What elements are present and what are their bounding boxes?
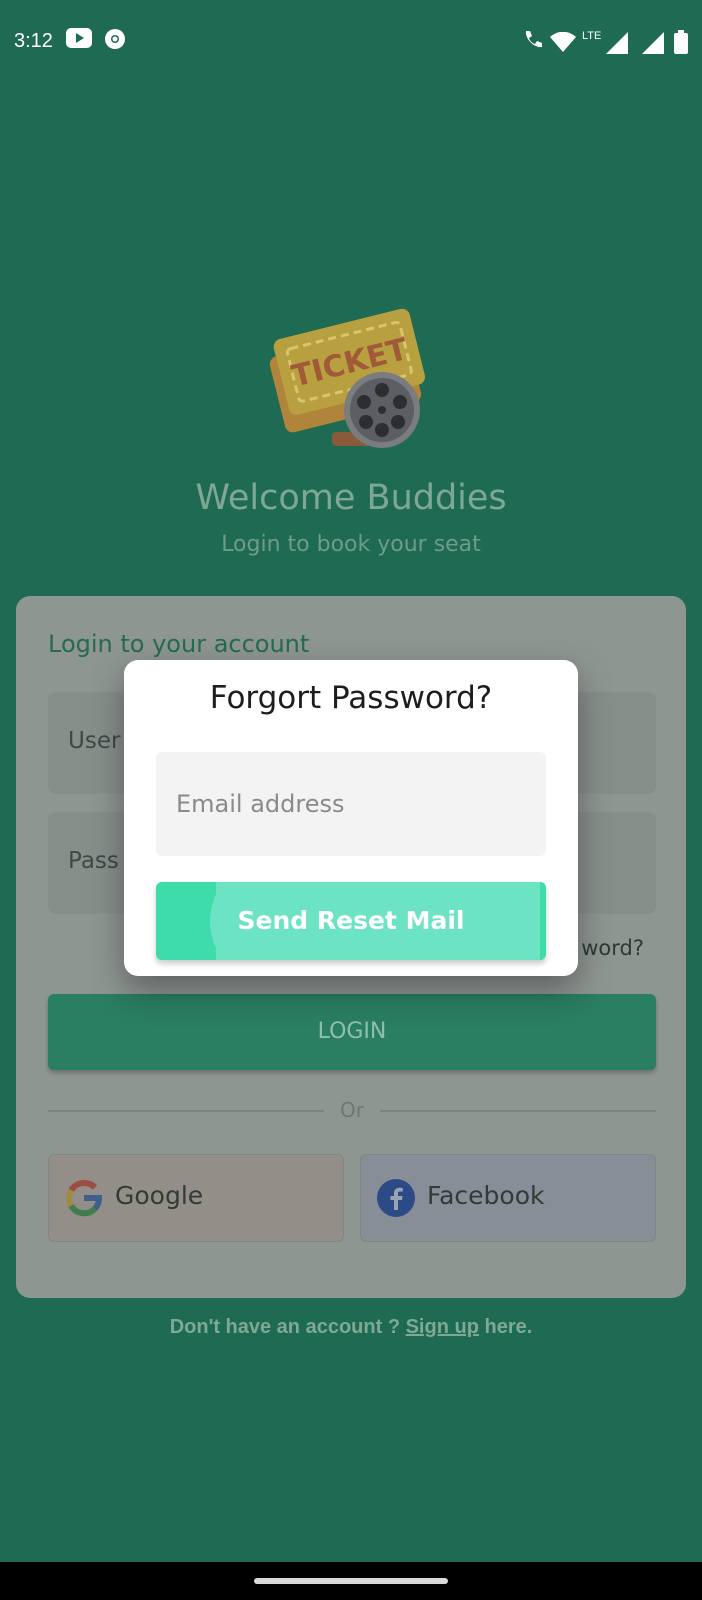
cell-signal-icon (642, 32, 664, 58)
cell-signal-icon (606, 32, 628, 58)
login-card-title: Login to your account (48, 630, 310, 658)
forgot-password-link[interactable]: word? (581, 936, 644, 960)
status-bar: 3:12 LTE (0, 0, 702, 88)
dialog-title: Forgort Password? (209, 680, 493, 716)
or-divider: Or (48, 1098, 656, 1122)
divider-text: Or (340, 1098, 364, 1122)
signup-prefix: Don't have an account ? (169, 1316, 401, 1338)
network-type: LTE (582, 30, 602, 42)
welcome-title: Welcome Buddies (195, 478, 507, 518)
wifi-call-icon (522, 28, 544, 54)
login-button[interactable]: LOGIN (48, 994, 656, 1070)
ticket-logo-icon: TICKET (268, 294, 438, 464)
facebook-login-button[interactable]: Facebook (360, 1154, 656, 1242)
welcome-subtitle: Login to book your seat (221, 532, 481, 557)
divider-line-right (380, 1110, 656, 1112)
home-gesture-handle[interactable] (254, 1578, 448, 1584)
signup-prompt: Don't have an account ? Sign up here. (0, 1316, 702, 1339)
navigation-bar (0, 1562, 702, 1600)
facebook-icon (377, 1179, 415, 1221)
email-input[interactable] (156, 752, 546, 856)
divider-line-left (48, 1110, 324, 1112)
google-icon (65, 1179, 103, 1221)
wifi-icon (550, 31, 576, 56)
facebook-label: Facebook (427, 1181, 545, 1210)
send-reset-mail-label: Send Reset Mail (237, 906, 465, 935)
email-field[interactable] (156, 752, 546, 856)
google-label: Google (115, 1181, 204, 1210)
google-login-button[interactable]: Google (48, 1154, 344, 1242)
chrome-icon (104, 28, 126, 54)
signup-suffix: here. (484, 1316, 533, 1338)
signup-link[interactable]: Sign up (406, 1316, 479, 1338)
battery-icon (674, 30, 688, 58)
send-reset-mail-button[interactable]: Send Reset Mail (156, 882, 546, 960)
youtube-icon (66, 28, 92, 52)
forgot-password-dialog: Forgort Password? Send Reset Mail (124, 660, 578, 976)
status-time: 3:12 (14, 30, 53, 52)
password-placeholder: Pass (68, 848, 119, 874)
username-placeholder: User (68, 728, 121, 754)
